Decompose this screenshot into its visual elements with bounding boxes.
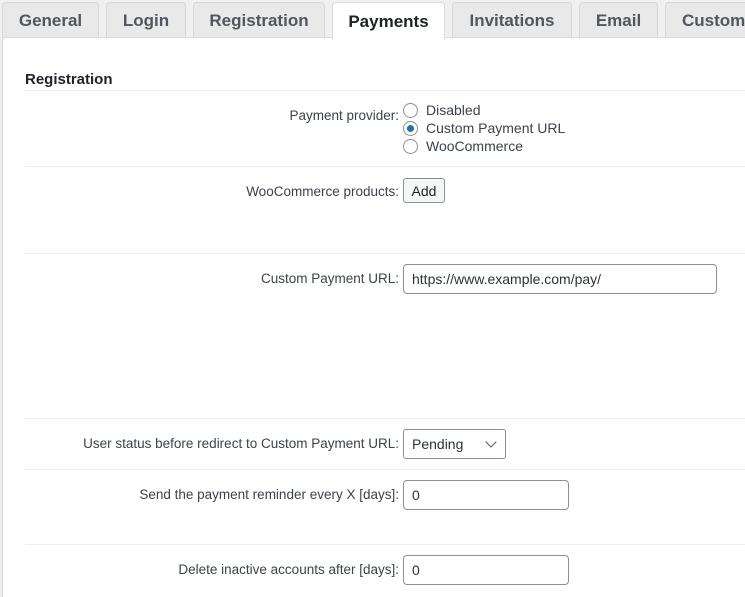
divider bbox=[25, 469, 745, 470]
divider bbox=[25, 90, 745, 91]
tab-label: Custom bbox=[682, 10, 745, 30]
tab-label: Payments bbox=[348, 11, 429, 31]
settings-tabs: General Login Registration Payments Invi… bbox=[0, 0, 745, 40]
divider bbox=[25, 544, 745, 545]
tab-payments[interactable]: Payments bbox=[332, 2, 445, 40]
delete-inactive-label: Delete inactive accounts after [days]: bbox=[178, 562, 399, 577]
tab-general[interactable]: General bbox=[2, 2, 99, 38]
tab-invitations[interactable]: Invitations bbox=[452, 2, 572, 38]
select-value: Pending bbox=[412, 436, 464, 452]
tab-custom[interactable]: Custom bbox=[665, 2, 745, 38]
divider bbox=[25, 253, 745, 254]
divider bbox=[25, 418, 745, 419]
radio-button[interactable] bbox=[403, 102, 418, 118]
delete-inactive-input[interactable] bbox=[403, 555, 569, 585]
custom-payment-url-input[interactable] bbox=[403, 264, 717, 294]
payment-provider-label: Payment provider: bbox=[289, 108, 399, 123]
radio-button[interactable] bbox=[403, 138, 418, 154]
user-status-label: User status before redirect to Custom Pa… bbox=[83, 436, 399, 451]
radio-option-woocommerce[interactable]: WooCommerce bbox=[403, 138, 523, 154]
chevron-down-icon bbox=[485, 436, 497, 448]
tab-label: Email bbox=[595, 10, 642, 30]
tab-login[interactable]: Login bbox=[106, 2, 186, 38]
user-status-select[interactable]: Pending bbox=[403, 429, 506, 459]
tab-label: Login bbox=[122, 10, 170, 30]
radio-button-checked[interactable] bbox=[403, 120, 418, 136]
reminder-days-input[interactable] bbox=[403, 480, 569, 510]
tab-email[interactable]: Email bbox=[579, 2, 658, 38]
woocommerce-products-label: WooCommerce products: bbox=[246, 184, 399, 199]
radio-option-disabled[interactable]: Disabled bbox=[403, 102, 480, 118]
tab-registration[interactable]: Registration bbox=[193, 2, 325, 38]
tab-label: Registration bbox=[209, 10, 309, 30]
add-product-button[interactable]: Add bbox=[403, 178, 445, 203]
tab-label: General bbox=[18, 10, 83, 30]
reminder-days-label: Send the payment reminder every X [days]… bbox=[139, 487, 399, 502]
radio-label: WooCommerce bbox=[426, 138, 523, 154]
divider bbox=[25, 166, 745, 167]
radio-option-custom-payment-url[interactable]: Custom Payment URL bbox=[403, 120, 565, 136]
custom-payment-url-label: Custom Payment URL: bbox=[260, 271, 399, 286]
radio-label: Custom Payment URL bbox=[426, 120, 566, 136]
settings-panel: Registration Payment provider: Disabled … bbox=[2, 37, 745, 597]
section-title: Registration bbox=[25, 71, 113, 88]
tab-label: Invitations bbox=[469, 10, 555, 30]
radio-label: Disabled bbox=[426, 102, 481, 118]
